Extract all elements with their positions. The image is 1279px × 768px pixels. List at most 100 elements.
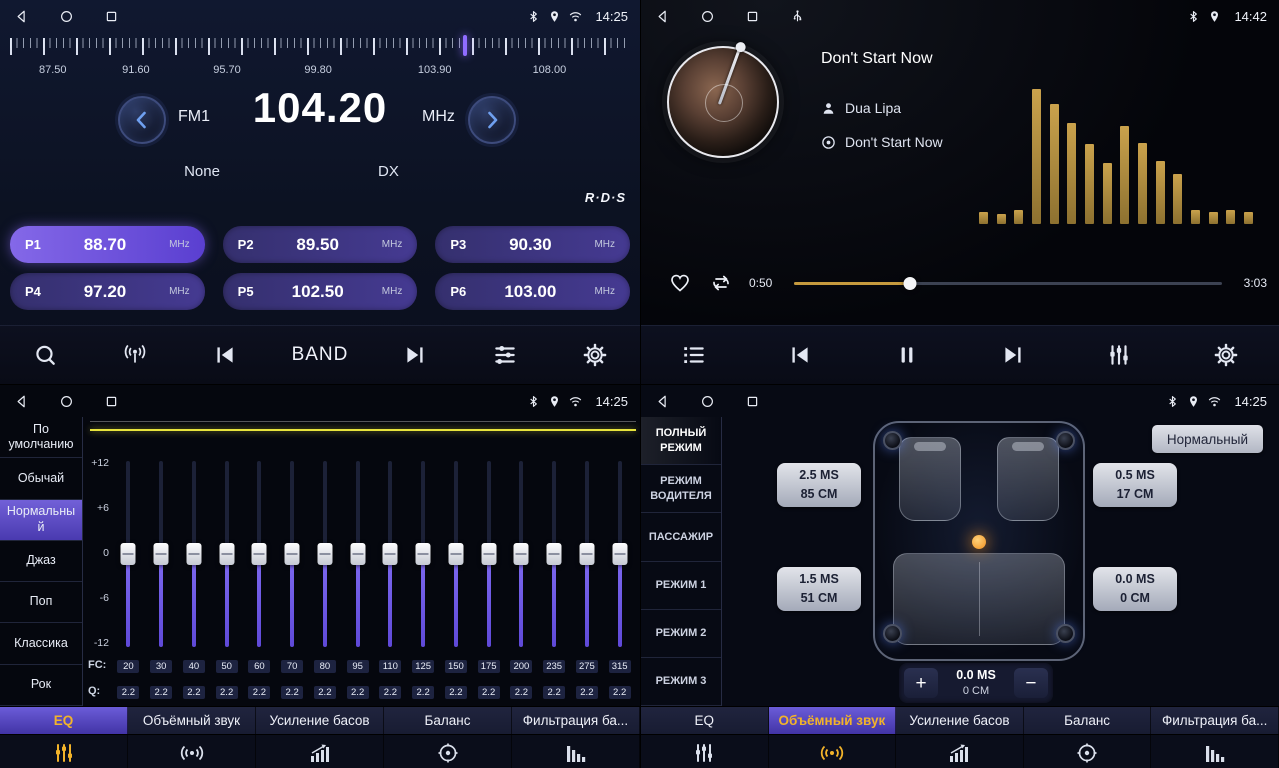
- home-button[interactable]: [698, 7, 716, 25]
- radio-preset-p3[interactable]: P390.30MHz: [435, 226, 630, 263]
- eq-slider-knob[interactable]: [514, 543, 529, 565]
- tab-surround-sound-icon[interactable]: [769, 735, 897, 768]
- delay-front-right-button[interactable]: 0.5 MS 17 CM: [1093, 463, 1177, 507]
- tab-bass-boost-icon[interactable]: [256, 735, 384, 768]
- audio-settings-icon[interactable]: [482, 332, 528, 378]
- eq-preset-item[interactable]: Джаз: [0, 541, 82, 582]
- eq-slider-knob[interactable]: [416, 543, 431, 565]
- back-button[interactable]: [12, 392, 30, 410]
- eq-slider-knob[interactable]: [219, 543, 234, 565]
- pause-icon[interactable]: [884, 332, 930, 378]
- tab-balance[interactable]: Баланс: [384, 707, 512, 734]
- broadcast-icon[interactable]: [112, 332, 158, 378]
- eq-band-slider[interactable]: [112, 461, 145, 647]
- eq-slider-knob[interactable]: [448, 543, 463, 565]
- tab-filter[interactable]: Фильтрация ба...: [512, 707, 640, 734]
- field-preset-button[interactable]: Нормальный: [1152, 425, 1263, 453]
- favorite-icon[interactable]: [667, 270, 693, 296]
- eq-band-slider[interactable]: [472, 461, 505, 647]
- tab-surround-sound[interactable]: Объёмный звук: [128, 707, 256, 734]
- eq-band-slider[interactable]: [341, 461, 374, 647]
- eq-slider-knob[interactable]: [154, 543, 169, 565]
- eq-slider-knob[interactable]: [317, 543, 332, 565]
- eq-slider-knob[interactable]: [350, 543, 365, 565]
- tab-filter-icon[interactable]: [512, 735, 640, 768]
- home-button[interactable]: [57, 7, 75, 25]
- eq-slider-knob[interactable]: [121, 543, 136, 565]
- radio-preset-p2[interactable]: P289.50MHz: [223, 226, 418, 263]
- tab-balance-icon[interactable]: [1024, 735, 1152, 768]
- repeat-icon[interactable]: [708, 270, 734, 296]
- sound-mode-item[interactable]: ПОЛНЫЙ РЕЖИМ: [641, 417, 721, 465]
- home-button[interactable]: [57, 392, 75, 410]
- eq-band-slider[interactable]: [243, 461, 276, 647]
- eq-preset-item[interactable]: Обычай: [0, 458, 82, 499]
- radio-preset-p1[interactable]: P188.70MHz: [10, 226, 205, 263]
- back-button[interactable]: [653, 392, 671, 410]
- tuner-scale[interactable]: 87.5091.6095.7099.80103.90108.00: [10, 38, 630, 86]
- sound-mode-item[interactable]: РЕЖИМ 1: [641, 562, 721, 610]
- tune-up-button[interactable]: [468, 96, 516, 144]
- home-button[interactable]: [698, 392, 716, 410]
- tab-eq-icon[interactable]: [641, 735, 769, 768]
- eq-band-slider[interactable]: [276, 461, 309, 647]
- speaker-rear-right[interactable]: [1056, 624, 1075, 643]
- previous-icon[interactable]: [202, 332, 248, 378]
- eq-slider-knob[interactable]: [612, 543, 627, 565]
- speaker-front-right[interactable]: [1056, 431, 1075, 450]
- eq-band-slider[interactable]: [178, 461, 211, 647]
- radio-preset-p4[interactable]: P497.20MHz: [10, 273, 205, 310]
- eq-band-slider[interactable]: [374, 461, 407, 647]
- recents-button[interactable]: [743, 392, 761, 410]
- eq-preset-item[interactable]: Рок: [0, 665, 82, 706]
- tab-eq[interactable]: EQ: [641, 707, 769, 734]
- delay-front-left-button[interactable]: 2.5 MS 85 CM: [777, 463, 861, 507]
- recents-button[interactable]: [102, 392, 120, 410]
- tab-eq-icon[interactable]: [0, 735, 128, 768]
- tab-surround-sound-icon[interactable]: [128, 735, 256, 768]
- tab-balance[interactable]: Баланс: [1024, 707, 1152, 734]
- eq-slider-knob[interactable]: [547, 543, 562, 565]
- tab-balance-icon[interactable]: [384, 735, 512, 768]
- eq-preset-item[interactable]: Нормальный: [0, 500, 82, 541]
- delay-rear-left-button[interactable]: 1.5 MS 51 CM: [777, 567, 861, 611]
- delay-rear-right-button[interactable]: 0.0 MS 0 CM: [1093, 567, 1177, 611]
- radio-preset-p6[interactable]: P6103.00MHz: [435, 273, 630, 310]
- next-icon[interactable]: [392, 332, 438, 378]
- eq-band-slider[interactable]: [210, 461, 243, 647]
- sound-mode-item[interactable]: РЕЖИМ 2: [641, 610, 721, 658]
- sound-mode-item[interactable]: РЕЖИМ 3: [641, 658, 721, 706]
- tab-filter-icon[interactable]: [1151, 735, 1279, 768]
- eq-band-slider[interactable]: [603, 461, 636, 647]
- tab-eq[interactable]: EQ: [0, 707, 128, 734]
- eq-band-slider[interactable]: [505, 461, 538, 647]
- eq-band-slider[interactable]: [571, 461, 604, 647]
- back-button[interactable]: [12, 7, 30, 25]
- eq-band-slider[interactable]: [309, 461, 342, 647]
- back-button[interactable]: [653, 7, 671, 25]
- speaker-front-left[interactable]: [883, 431, 902, 450]
- settings-gear-icon[interactable]: [1203, 332, 1249, 378]
- playlist-icon[interactable]: [671, 332, 717, 378]
- speaker-rear-left[interactable]: [883, 624, 902, 643]
- sound-mode-item[interactable]: ПАССАЖИР: [641, 513, 721, 561]
- scan-icon[interactable]: [22, 332, 68, 378]
- listening-position-dot[interactable]: [972, 535, 986, 549]
- recents-button[interactable]: [102, 7, 120, 25]
- eq-slider-knob[interactable]: [186, 543, 201, 565]
- eq-slider-knob[interactable]: [383, 543, 398, 565]
- delay-decrease-button[interactable]: −: [1014, 668, 1048, 698]
- previous-track-icon[interactable]: [777, 332, 823, 378]
- eq-band-slider[interactable]: [145, 461, 178, 647]
- sound-mode-item[interactable]: РЕЖИМ ВОДИТЕЛЯ: [641, 465, 721, 513]
- eq-band-slider[interactable]: [440, 461, 473, 647]
- next-track-icon[interactable]: [990, 332, 1036, 378]
- eq-slider-knob[interactable]: [481, 543, 496, 565]
- tab-bass-boost[interactable]: Усиление басов: [896, 707, 1024, 734]
- equalizer-icon[interactable]: [1096, 332, 1142, 378]
- eq-slider-knob[interactable]: [252, 543, 267, 565]
- seek-slider[interactable]: [794, 276, 1222, 291]
- eq-preset-item[interactable]: Классика: [0, 623, 82, 664]
- tab-filter[interactable]: Фильтрация ба...: [1151, 707, 1279, 734]
- eq-slider-knob[interactable]: [579, 543, 594, 565]
